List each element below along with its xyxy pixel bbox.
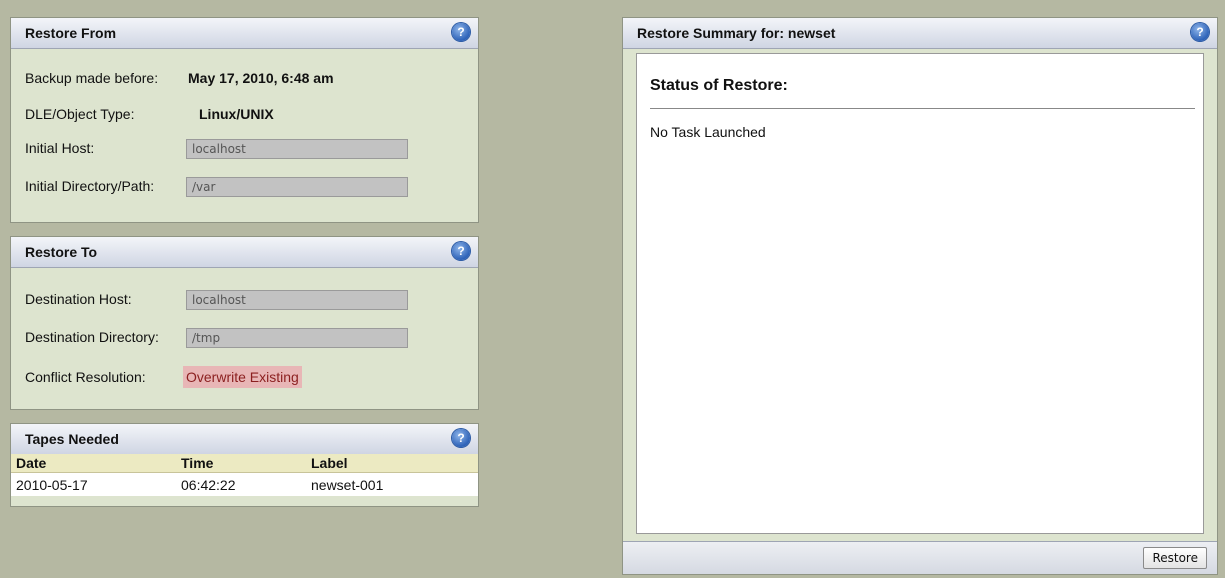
backup-date-label: Backup made before:	[25, 70, 159, 86]
column-header-time: Time	[176, 454, 306, 473]
conflict-resolution-select[interactable]: Overwrite Existing	[183, 366, 302, 388]
restore-to-header: Restore To ?	[11, 237, 478, 268]
status-text: No Task Launched	[650, 124, 766, 140]
restore-status-box: Status of Restore: No Task Launched	[636, 53, 1204, 534]
tape-date-cell: 2010-05-17	[11, 472, 176, 496]
initial-path-field[interactable]: /var	[186, 177, 408, 197]
status-divider	[650, 108, 1195, 109]
tapes-table: Date Time Label 2010-05-17 06:42:22 news…	[11, 454, 478, 496]
restore-button[interactable]: Restore	[1143, 547, 1207, 569]
dest-host-label: Destination Host:	[25, 291, 132, 307]
tapes-needed-panel: Tapes Needed ? Date Time Label 2010-05-1…	[10, 423, 479, 507]
object-type-value: Linux/UNIX	[199, 106, 274, 122]
backup-date-value: May 17, 2010, 6:48 am	[188, 70, 334, 86]
restore-summary-header: Restore Summary for: newset ?	[623, 18, 1217, 49]
help-icon[interactable]: ?	[452, 242, 470, 260]
tapes-needed-header: Tapes Needed ?	[11, 424, 478, 455]
dest-dir-field[interactable]: /tmp	[186, 328, 408, 348]
help-icon[interactable]: ?	[1191, 23, 1209, 41]
restore-from-panel: Restore From ? Backup made before: May 1…	[10, 17, 479, 223]
help-icon[interactable]: ?	[452, 429, 470, 447]
tape-time-cell: 06:42:22	[176, 472, 306, 496]
object-type-label: DLE/Object Type:	[25, 106, 135, 122]
initial-path-label: Initial Directory/Path:	[25, 178, 155, 194]
dest-host-field[interactable]: localhost	[186, 290, 408, 310]
table-row: 2010-05-17 06:42:22 newset-001	[11, 472, 478, 496]
restore-summary-footer: Restore	[623, 541, 1217, 574]
restore-from-title: Restore From	[25, 25, 117, 41]
column-header-label: Label	[306, 454, 478, 473]
dest-dir-label: Destination Directory:	[25, 329, 159, 345]
conflict-label: Conflict Resolution:	[25, 369, 146, 385]
initial-host-field[interactable]: localhost	[186, 139, 408, 159]
restore-to-panel: Restore To ? Destination Host: localhost…	[10, 236, 479, 410]
help-icon[interactable]: ?	[452, 23, 470, 41]
restore-summary-panel: Restore Summary for: newset ? Status of …	[622, 17, 1218, 575]
restore-from-header: Restore From ?	[11, 18, 478, 49]
restore-to-title: Restore To	[25, 244, 98, 260]
tapes-needed-title: Tapes Needed	[25, 431, 119, 447]
restore-summary-title: Restore Summary for: newset	[637, 25, 836, 41]
status-heading: Status of Restore:	[650, 77, 788, 94]
initial-host-label: Initial Host:	[25, 140, 95, 156]
table-header-row: Date Time Label	[11, 454, 478, 473]
tape-label-cell: newset-001	[306, 472, 478, 496]
column-header-date: Date	[11, 454, 176, 473]
